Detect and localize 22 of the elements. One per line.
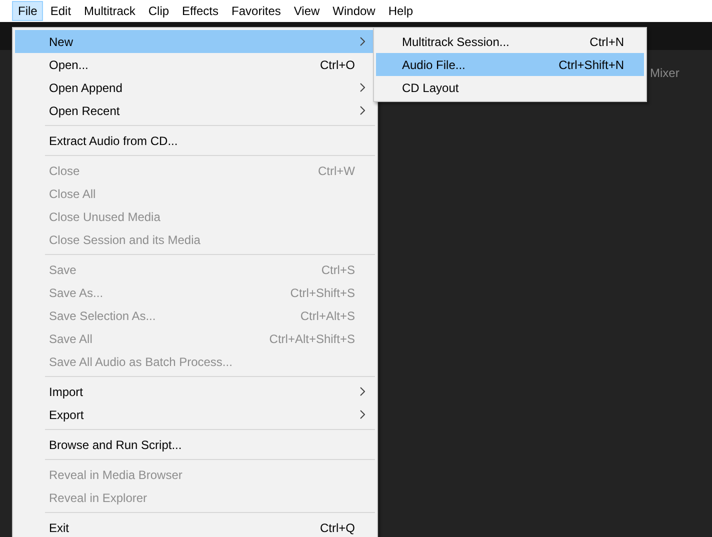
menu-bar-item[interactable]: Multitrack xyxy=(78,1,142,21)
menu-item[interactable]: Open... Ctrl+O xyxy=(15,53,375,76)
menu-item[interactable]: Open Recent xyxy=(15,99,375,122)
panel-tab[interactable]: Mixer xyxy=(650,64,680,82)
menu-item[interactable]: Browse and Run Script... xyxy=(15,433,375,456)
menu-bar-item[interactable]: Favorites xyxy=(226,1,287,21)
menu-item[interactable]: Exit Ctrl+Q xyxy=(15,516,375,537)
menu-bar-item[interactable]: Effects xyxy=(176,1,225,21)
menu-item[interactable]: Multitrack Session... Ctrl+N xyxy=(376,30,644,53)
menu-item[interactable]: Audio File... Ctrl+Shift+N xyxy=(376,53,644,76)
menu-item[interactable]: New xyxy=(15,30,375,53)
menu-bar-item[interactable]: Window xyxy=(326,1,382,21)
menu-item[interactable]: Extract Audio from CD... xyxy=(15,129,375,152)
menu-item[interactable]: Import xyxy=(15,380,375,403)
menu-bar-item[interactable]: Help xyxy=(382,1,420,21)
menu-item[interactable]: Open Append xyxy=(15,76,375,99)
menu-item[interactable]: CD Layout xyxy=(376,76,644,99)
menu-bar-item[interactable]: Clip xyxy=(142,1,176,21)
menu-bar-item[interactable]: Edit xyxy=(44,1,78,21)
menu-bar-item[interactable]: View xyxy=(288,1,326,21)
menu-item[interactable]: Export xyxy=(15,403,375,426)
menu-bar-item[interactable]: File xyxy=(12,1,44,21)
